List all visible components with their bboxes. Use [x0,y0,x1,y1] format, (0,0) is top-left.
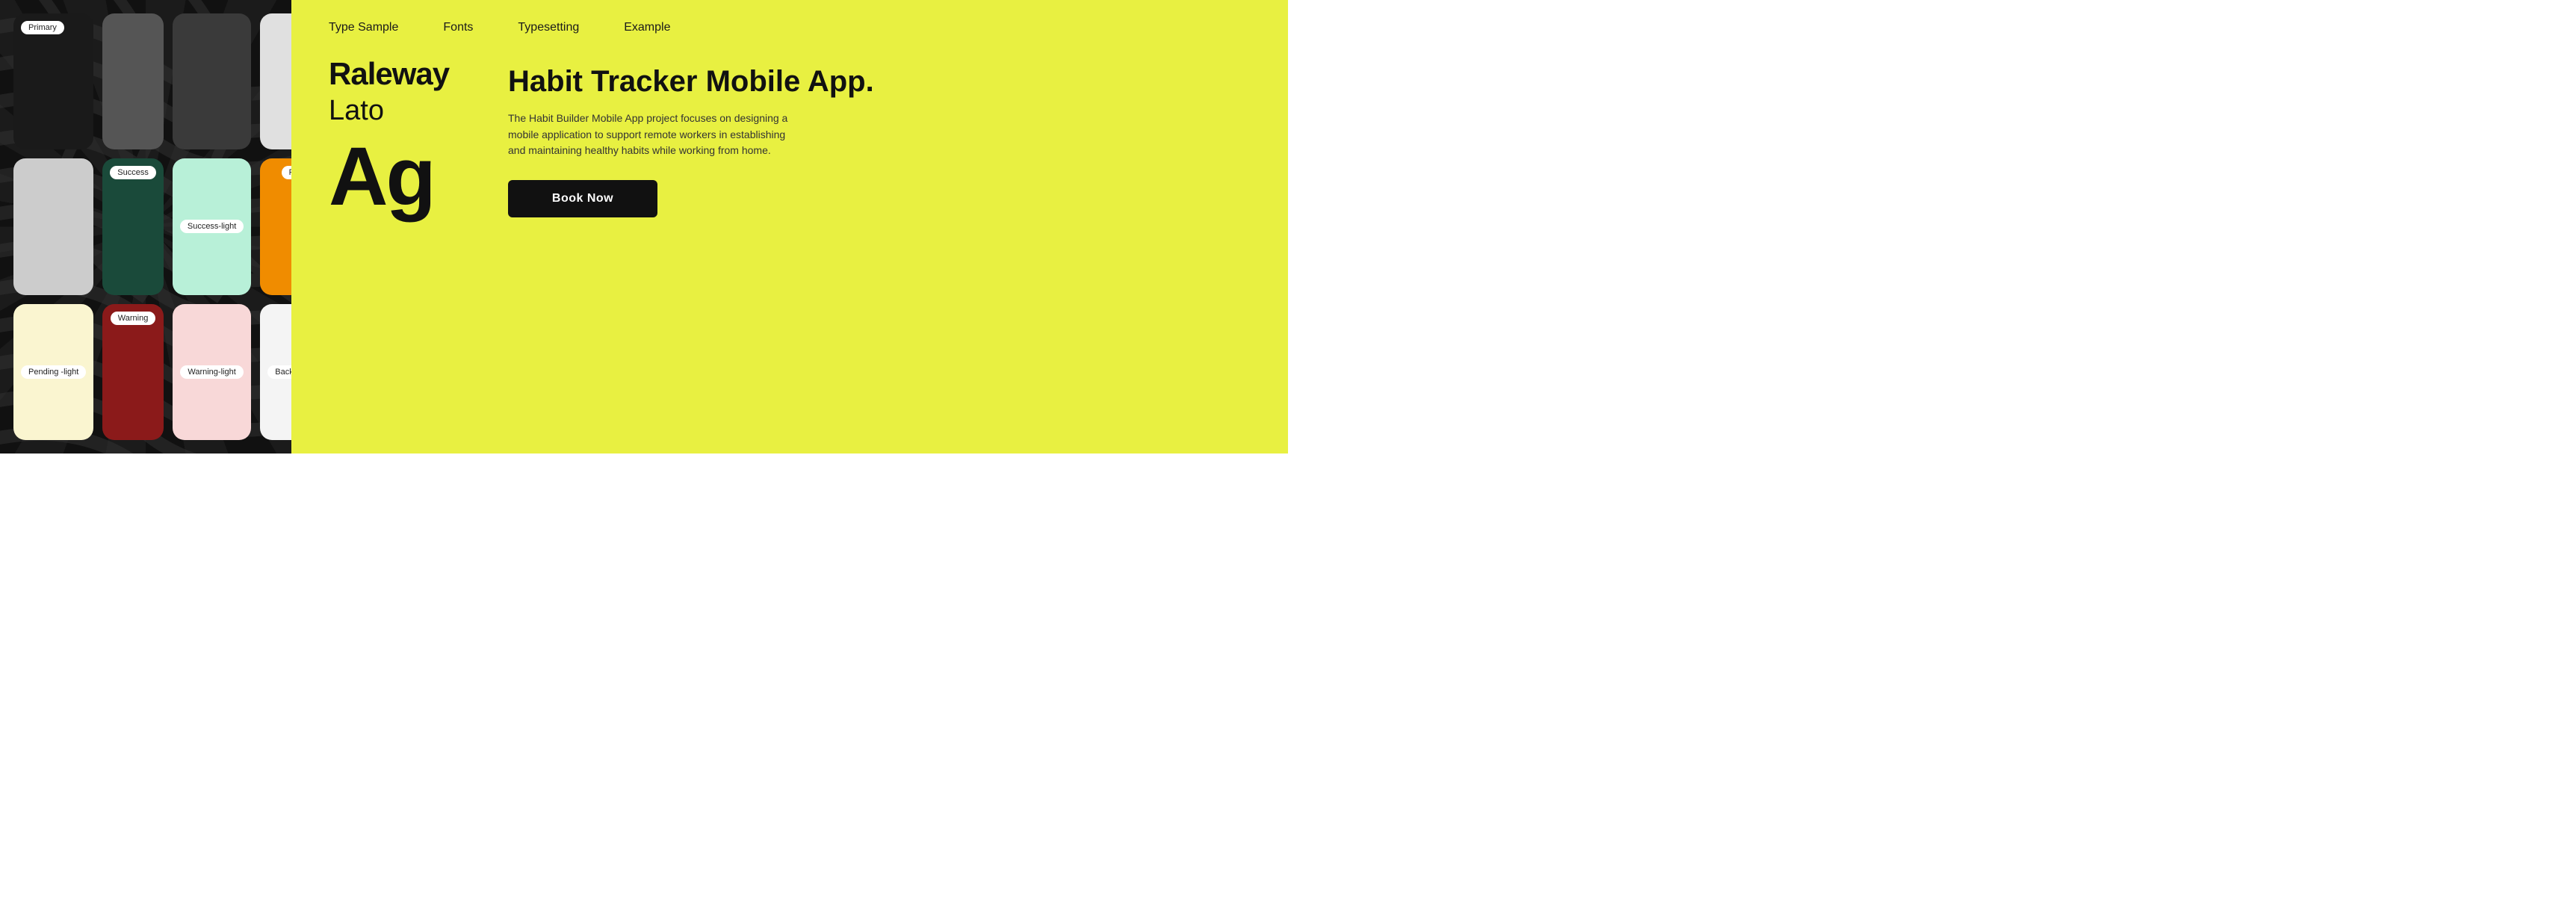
swatch-pending-light-label: Pending -light [21,365,86,379]
app-preview-section: Habit Tracker Mobile App. The Habit Buil… [508,57,1266,431]
swatch-success-label: Success [110,166,156,179]
nav-bar: Type Sample Fonts Typesetting Example [291,0,1288,49]
swatch-warning-light-label: Warning-light [180,365,243,379]
right-panel: Type Sample Fonts Typesetting Example Ra… [291,0,1288,454]
swatch-light-gray-mid [13,158,93,294]
swatch-pending-light: Pending -light [13,304,93,440]
nav-example[interactable]: Example [624,21,670,34]
swatch-dark-gray [102,13,164,149]
swatch-success-light-label: Success-light [180,220,244,233]
color-swatches-panel: Primary Success Success-light Pending Pe… [0,0,291,454]
swatch-background-label: Background [267,365,291,379]
swatch-warning: Warning [102,304,164,440]
app-description: The Habit Builder Mobile App project foc… [508,111,792,159]
app-title: Habit Tracker Mobile App. [508,64,1266,99]
book-now-button[interactable]: Book Now [508,180,657,217]
swatch-warning-light: Warning-light [173,304,251,440]
typography-section: Raleway Lato Ag [329,57,478,431]
font-name-light: Lato [329,94,478,129]
nav-type-sample[interactable]: Type Sample [329,21,398,34]
swatch-success-light: Success-light [173,158,251,294]
swatch-medium-gray [173,13,251,149]
swatch-background: Background [260,304,291,440]
swatch-pending: Pending [260,158,291,294]
nav-fonts[interactable]: Fonts [443,21,473,34]
swatch-success: Success [102,158,164,294]
swatch-primary: Primary [13,13,93,149]
font-sample-chars: Ag [329,136,478,218]
swatch-pending-label: Pending [282,166,291,179]
content-area: Raleway Lato Ag Habit Tracker Mobile App… [291,49,1288,454]
swatch-warning-label: Warning [111,312,156,325]
font-name-bold: Raleway [329,57,478,91]
swatches-grid: Primary Success Success-light Pending Pe… [0,0,291,454]
nav-typesetting[interactable]: Typesetting [518,21,579,34]
swatch-light-gray-top [260,13,291,149]
swatch-primary-label: Primary [21,21,64,34]
